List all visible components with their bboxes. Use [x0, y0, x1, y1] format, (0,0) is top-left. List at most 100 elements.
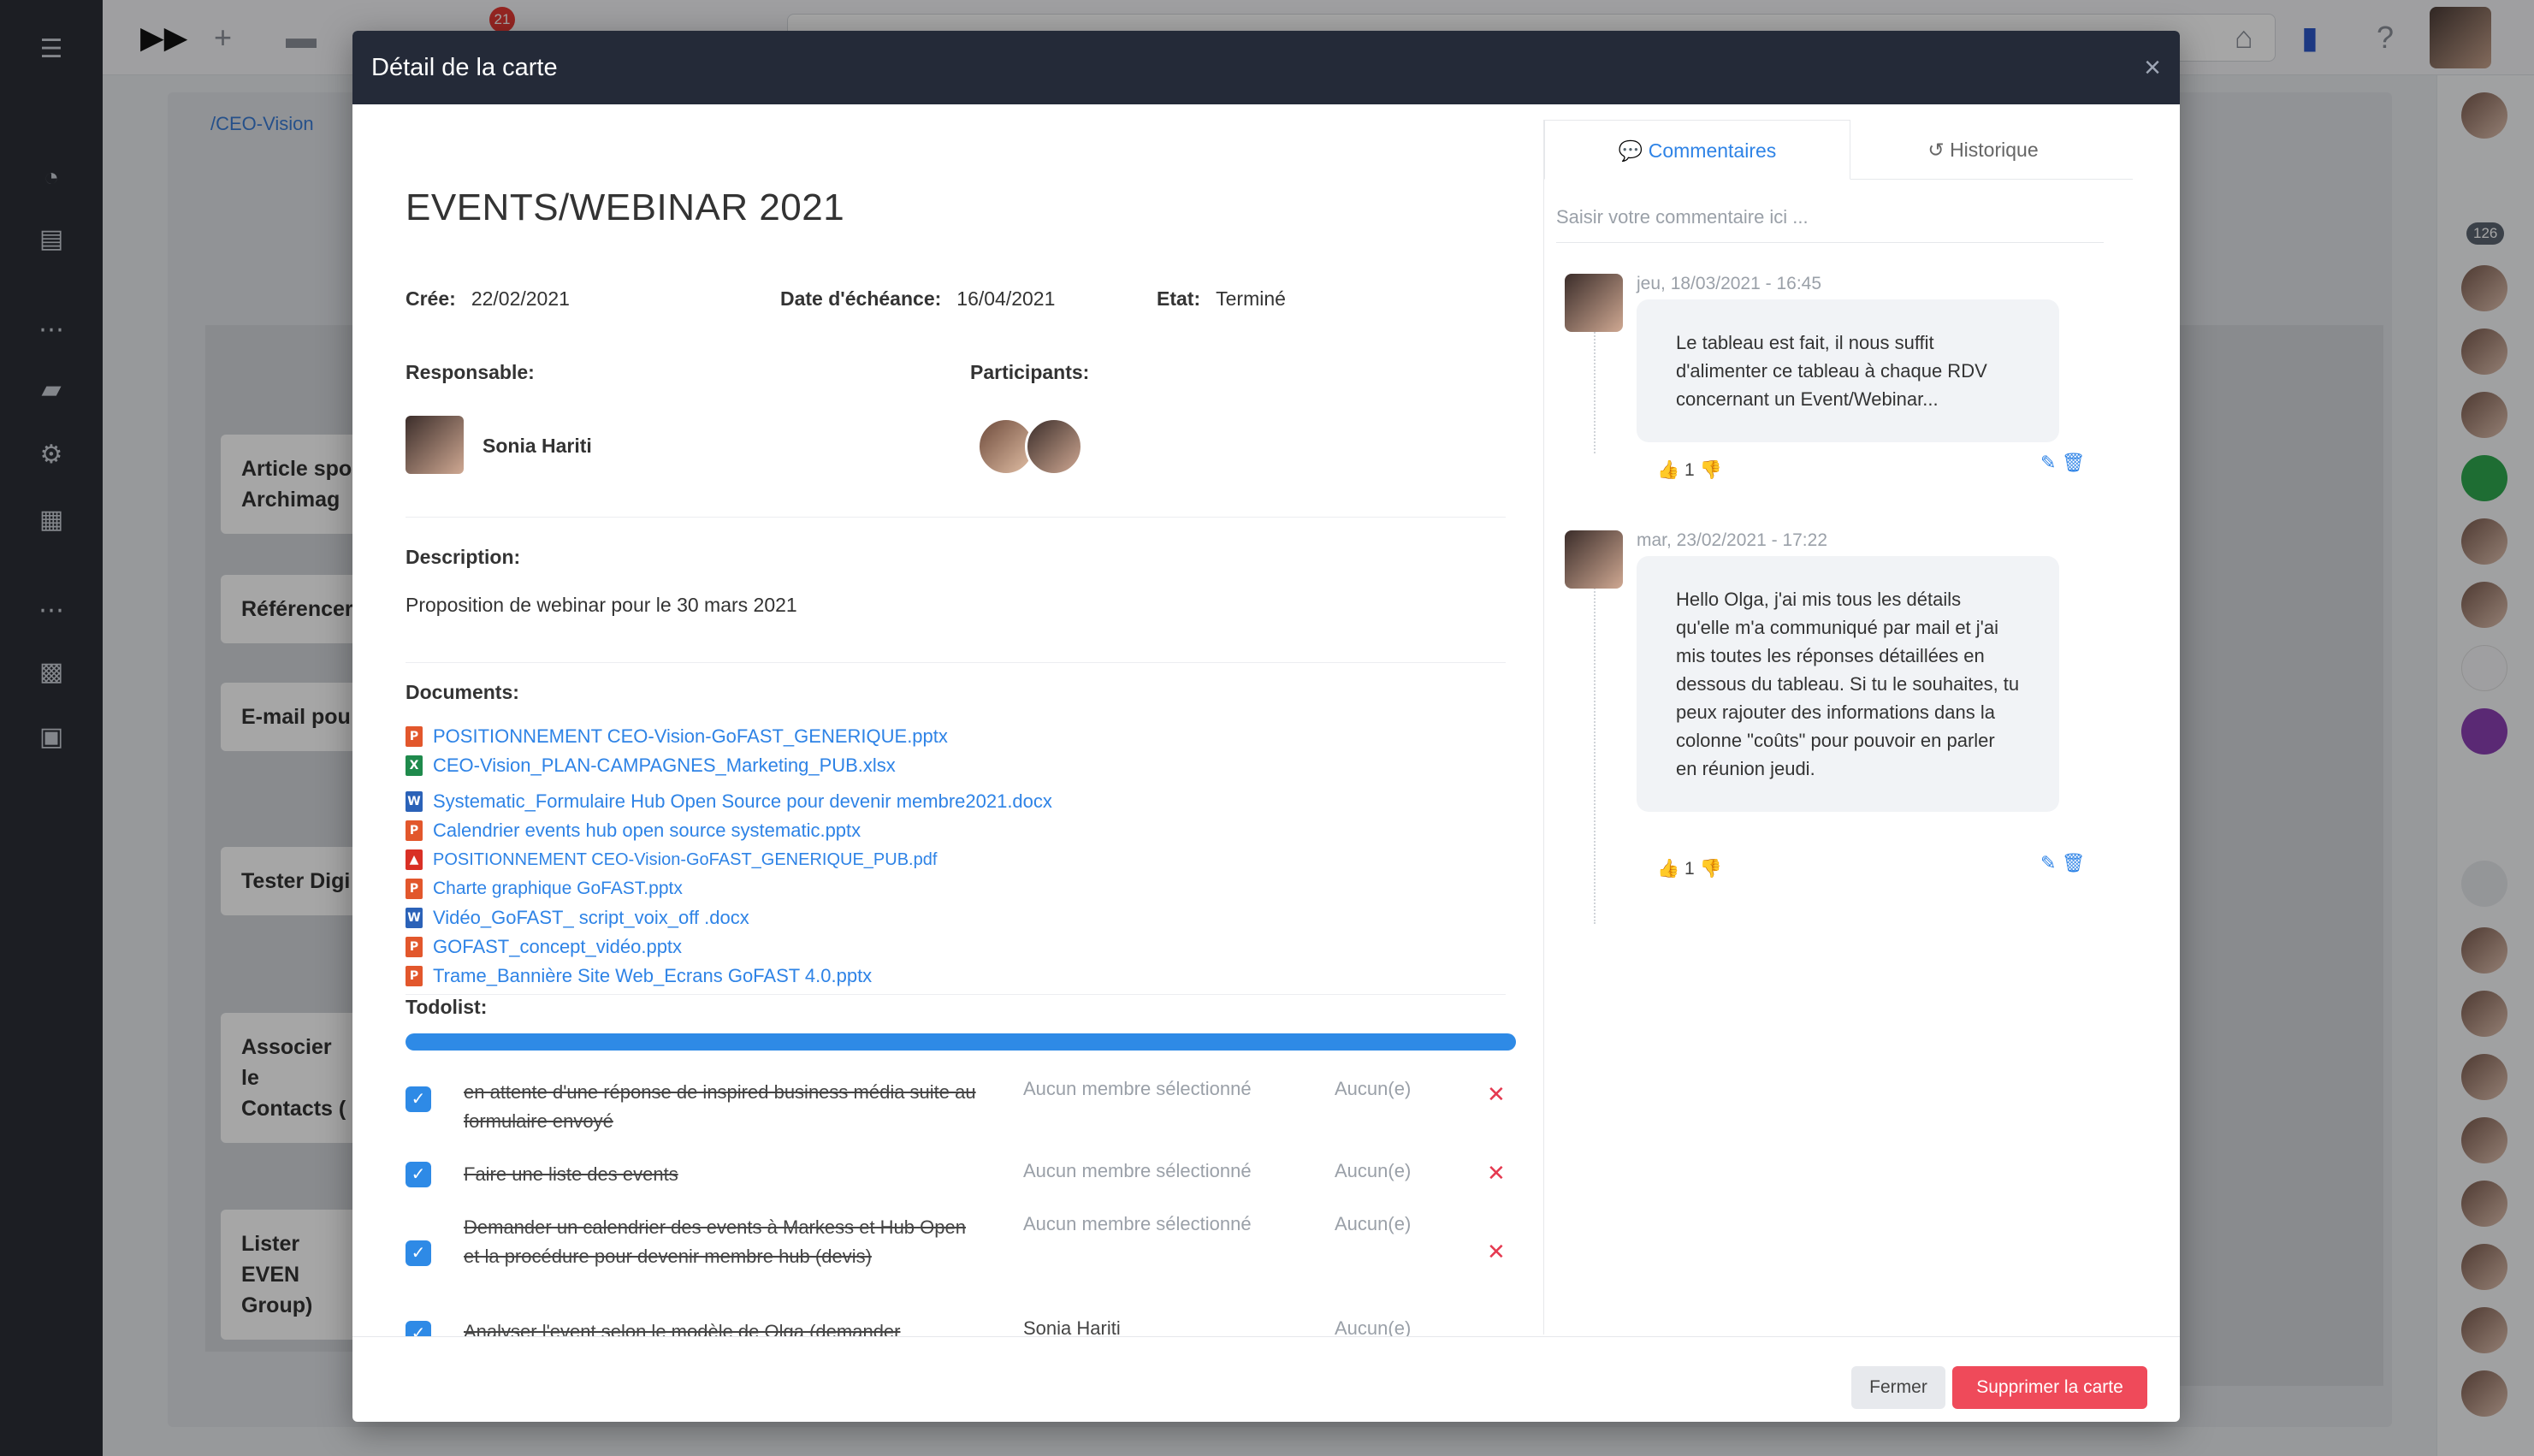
comment-avatar[interactable] — [1565, 530, 1623, 589]
participant-avatar[interactable] — [1025, 417, 1083, 476]
word-icon: W — [406, 908, 423, 928]
document-name: GOFAST_concept_vidéo.pptx — [433, 936, 683, 957]
document-name: POSITIONNEMENT CEO-Vision-GoFAST_GENERIQ… — [433, 849, 938, 869]
thread-line — [1594, 582, 1596, 924]
close-icon[interactable]: × — [2144, 31, 2161, 104]
document-link[interactable]: P GOFAST_concept_vidéo.pptx — [406, 932, 1261, 962]
thread-line — [1594, 325, 1596, 453]
document-link[interactable]: X CEO-Vision_PLAN-CAMPAGNES_Marketing_PUB… — [406, 751, 1261, 780]
state-value: Terminé — [1216, 287, 1286, 310]
edit-icon[interactable]: ✎ — [2040, 852, 2056, 873]
document-link[interactable]: ▲ POSITIONNEMENT CEO-Vision-GoFAST_GENERI… — [406, 845, 1261, 874]
document-name: POSITIONNEMENT CEO-Vision-GoFAST_GENERIQ… — [433, 725, 948, 747]
todo-item: ✓ Faire une liste des events Aucun membr… — [406, 1160, 1516, 1194]
due-meta: Date d'échéance: 16/04/2021 — [780, 287, 1055, 311]
document-link[interactable]: P Calendrier events hub open source syste… — [406, 816, 1261, 845]
todo-assignee[interactable]: Aucun(e) — [1335, 1160, 1411, 1182]
tab-history-label: Historique — [1950, 139, 2039, 161]
todo-member[interactable]: Sonia Hariti — [1023, 1317, 1121, 1336]
documents-list: P POSITIONNEMENT CEO-Vision-GoFAST_GENERI… — [406, 722, 1261, 991]
divider — [406, 517, 1506, 518]
tab-comments-label: Commentaires — [1648, 139, 1777, 162]
todo-text[interactable]: en attente d'une réponse de inspired bus… — [464, 1078, 977, 1136]
document-name: Charte graphique GoFAST.pptx — [433, 879, 683, 898]
thumbs-up-icon[interactable]: 👍 — [1657, 859, 1679, 879]
comment-tools: ✎ 🗑 — [2040, 452, 2086, 474]
comment-input[interactable] — [1556, 192, 2104, 243]
comment-avatar[interactable] — [1565, 274, 1623, 332]
close-button[interactable]: Fermer — [1851, 1366, 1945, 1409]
todo-checkbox[interactable]: ✓ — [406, 1086, 431, 1112]
todo-item: ✓ Analyser l'event selon le modèle de Ol… — [406, 1317, 1516, 1336]
delete-todo-icon[interactable]: ✕ — [1487, 1239, 1506, 1265]
todo-text[interactable]: Faire une liste des events — [464, 1160, 977, 1189]
card-detail-modal: Détail de la carte × EVENTS/WEBINAR 2021… — [352, 31, 2180, 1422]
divider — [406, 994, 1506, 995]
todolist-label: Todolist: — [406, 996, 488, 1018]
edit-icon[interactable]: ✎ — [2040, 452, 2056, 473]
modal-footer: Fermer Supprimer la carte — [352, 1336, 2180, 1422]
delete-card-button[interactable]: Supprimer la carte — [1952, 1366, 2147, 1409]
participants-label: Participants: — [970, 361, 1090, 383]
like-count: 1 — [1684, 460, 1695, 480]
due-label: Date d'échéance: — [780, 287, 942, 310]
trash-icon[interactable]: 🗑 — [2062, 452, 2086, 473]
comments-pane: 💬 Commentaires ↺ Historique jeu, 18/03/2… — [1543, 120, 2133, 1335]
delete-todo-icon[interactable]: ✕ — [1487, 1081, 1506, 1108]
responsible-label: Responsable: — [406, 361, 535, 383]
modal-title: Détail de la carte — [371, 54, 558, 81]
todo-member[interactable]: Aucun membre sélectionné — [1023, 1213, 1252, 1235]
document-link[interactable]: P Charte graphique GoFAST.pptx — [406, 874, 1261, 903]
trash-icon[interactable]: 🗑 — [2062, 852, 2086, 873]
responsible-name: Sonia Hariti — [483, 435, 592, 457]
responsible-avatar[interactable] — [406, 416, 464, 474]
created-meta: Crée: 22/02/2021 — [406, 287, 570, 311]
todo-item: ✓ en attente d'une réponse de inspired b… — [406, 1078, 1516, 1146]
card-title: EVENTS/WEBINAR 2021 — [406, 186, 845, 228]
card-details-pane: EVENTS/WEBINAR 2021 Crée: 22/02/2021 Date… — [406, 104, 1518, 1336]
excel-icon: X — [406, 755, 423, 776]
todo-assignee[interactable]: Aucun(e) — [1335, 1213, 1411, 1235]
comment-actions: 👍 1 👎 — [1657, 859, 1722, 879]
document-name: Vidéo_GoFAST_ script_voix_off .docx — [433, 907, 749, 928]
tab-comments[interactable]: 💬 Commentaires — [1544, 120, 1850, 180]
thumbs-down-icon[interactable]: 👎 — [1700, 859, 1722, 879]
thumbs-up-icon[interactable]: 👍 — [1657, 460, 1679, 480]
comment-bubble: Le tableau est fait, il nous suffit d'al… — [1637, 299, 2059, 442]
delete-todo-icon[interactable]: ✕ — [1487, 1160, 1506, 1187]
state-label: Etat: — [1157, 287, 1201, 310]
document-link[interactable]: W Systematic_Formulaire Hub Open Source p… — [406, 787, 1261, 816]
todolist-progress-bar — [406, 1033, 1516, 1051]
comment-actions: 👍 1 👎 — [1657, 460, 1722, 481]
document-name: Trame_Bannière Site Web_Ecrans GoFAST 4.… — [433, 965, 873, 986]
comment-meta: jeu, 18/03/2021 - 16:45 — [1637, 274, 1822, 293]
state-meta: Etat: Terminé — [1157, 287, 1286, 311]
todo-member[interactable]: Aucun membre sélectionné — [1023, 1160, 1252, 1182]
modal-header: Détail de la carte × — [352, 31, 2180, 104]
todo-text[interactable]: Analyser l'event selon le modèle de Olga… — [464, 1317, 977, 1336]
comments-tabs: 💬 Commentaires ↺ Historique — [1544, 120, 2133, 180]
comment-bubble: Hello Olga, j'ai mis tous les détails qu… — [1637, 556, 2059, 812]
created-value: 22/02/2021 — [471, 287, 570, 310]
todo-assignee[interactable]: Aucun(e) — [1335, 1078, 1411, 1100]
tab-history[interactable]: ↺ Historique — [1850, 120, 2116, 180]
todo-text[interactable]: Demander un calendrier des events à Mark… — [464, 1213, 977, 1271]
document-link[interactable]: W Vidéo_GoFAST_ script_voix_off .docx — [406, 903, 1261, 932]
divider — [406, 662, 1506, 663]
document-name: Calendrier events hub open source system… — [433, 820, 861, 841]
like-count: 1 — [1684, 859, 1695, 879]
history-icon: ↺ — [1927, 139, 1951, 161]
powerpoint-icon: P — [406, 966, 423, 986]
todo-checkbox[interactable]: ✓ — [406, 1321, 431, 1336]
todo-checkbox[interactable]: ✓ — [406, 1240, 431, 1266]
thumbs-down-icon[interactable]: 👎 — [1700, 460, 1722, 480]
todo-assignee[interactable]: Aucun(e) — [1335, 1317, 1411, 1336]
document-name: CEO-Vision_PLAN-CAMPAGNES_Marketing_PUB.… — [433, 755, 896, 776]
document-link[interactable]: P Trame_Bannière Site Web_Ecrans GoFAST 4… — [406, 962, 1261, 991]
todo-member[interactable]: Aucun membre sélectionné — [1023, 1078, 1252, 1100]
todo-checkbox[interactable]: ✓ — [406, 1162, 431, 1187]
modal-body: EVENTS/WEBINAR 2021 Crée: 22/02/2021 Date… — [352, 104, 2180, 1336]
powerpoint-icon: P — [406, 726, 423, 747]
document-link[interactable]: P POSITIONNEMENT CEO-Vision-GoFAST_GENERI… — [406, 722, 1261, 751]
word-icon: W — [406, 791, 423, 812]
